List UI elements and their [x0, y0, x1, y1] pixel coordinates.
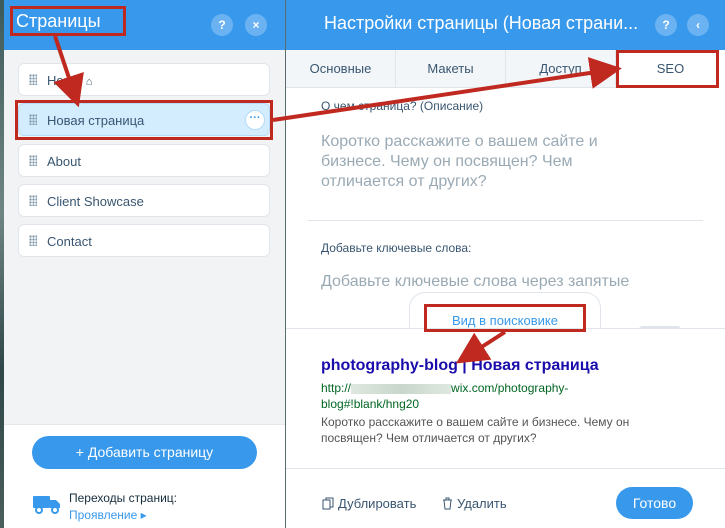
page-item-label: Home	[47, 73, 82, 88]
annotation-box-pages-title	[10, 6, 126, 36]
duplicate-label: Дублировать	[338, 496, 417, 511]
page-settings-footer: Дублировать Удалить Готово	[286, 468, 725, 528]
page-item-about[interactable]: About	[18, 144, 270, 177]
description-label: О чем страница? (Описание)	[321, 99, 484, 113]
tab-access[interactable]: Доступ	[506, 50, 616, 88]
description-textarea[interactable]: Коротко расскажите о вашем сайте и бизне…	[321, 132, 651, 192]
drag-handle-icon[interactable]	[29, 155, 37, 166]
search-result-title: photography-blog | Новая страница	[321, 357, 599, 374]
pages-panel-footer: + Добавить страницу Переходы страниц: Пр…	[4, 424, 285, 528]
page-transitions-link[interactable]: Проявление ▸	[69, 508, 147, 522]
keywords-label: Добавьте ключевые слова:	[321, 241, 472, 255]
delete-button[interactable]: Удалить	[442, 496, 507, 511]
page-item-contact[interactable]: Contact	[18, 224, 270, 257]
page-item-label: About	[47, 154, 81, 169]
annotation-box-search-preview	[424, 304, 586, 332]
truck-icon	[33, 496, 60, 514]
duplicate-icon	[322, 497, 334, 510]
duplicate-button[interactable]: Дублировать	[322, 496, 416, 511]
search-result-description: Коротко расскажите о вашем сайте и бизне…	[321, 415, 630, 445]
keywords-input[interactable]: Добавьте ключевые слова через запятые	[321, 272, 681, 292]
trash-icon	[443, 497, 452, 510]
search-result-url-prefix: http://	[321, 381, 352, 395]
page-settings-title: Настройки страницы (Новая страни...	[324, 13, 639, 33]
search-result-url: http://wix.com/photography-blog#!blank/h…	[321, 380, 611, 412]
page-settings-header: Настройки страницы (Новая страни... ? ‹	[286, 0, 725, 50]
help-button[interactable]: ?	[211, 14, 233, 36]
done-button[interactable]: Готово	[616, 487, 693, 519]
back-button[interactable]: ‹	[687, 14, 709, 36]
drag-handle-icon[interactable]	[29, 235, 37, 246]
page-transitions-label: Переходы страниц:	[69, 491, 177, 505]
home-icon: ⌂	[85, 76, 93, 88]
delete-label: Удалить	[457, 496, 507, 511]
close-button[interactable]: ×	[245, 14, 267, 36]
page-item-label: Client Showcase	[47, 194, 144, 209]
tab-basic[interactable]: Основные	[286, 50, 396, 88]
blurred-domain	[351, 383, 452, 394]
drag-handle-icon[interactable]	[29, 74, 37, 85]
add-page-button[interactable]: + Добавить страницу	[32, 436, 257, 469]
page-item-client-showcase[interactable]: Client Showcase	[18, 184, 270, 217]
page-item-label: Contact	[47, 234, 92, 249]
help-button[interactable]: ?	[655, 14, 677, 36]
pages-panel: Страницы ? × Home ⌂ Новая страница ··· Ab…	[4, 0, 285, 528]
tab-layouts[interactable]: Макеты	[396, 50, 506, 88]
drag-handle-icon[interactable]	[29, 195, 37, 206]
divider	[308, 220, 703, 221]
annotation-box-seo-tab	[616, 50, 719, 88]
page-item-home[interactable]: Home ⌂	[18, 63, 270, 96]
annotation-box-new-page	[15, 100, 273, 140]
